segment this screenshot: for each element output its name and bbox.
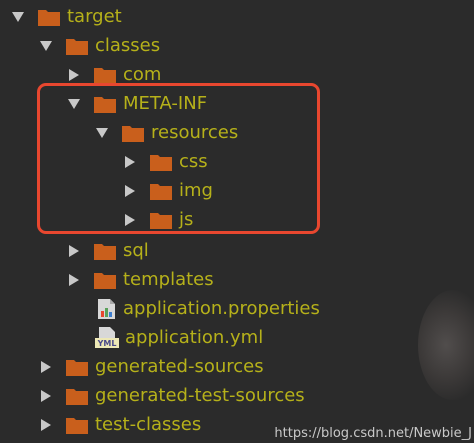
tree-item-label: application.properties [123,298,320,319]
folder-icon [66,37,88,55]
chevron-right-icon[interactable] [68,68,80,81]
folder-icon [94,242,116,260]
tree-item-label: templates [123,269,214,290]
project-tree-panel: target classes com META-INF resources cs… [0,0,474,443]
chevron-right-icon[interactable] [68,244,80,257]
yml-file-icon: YML [95,326,119,349]
tree-item-application-yml[interactable]: YML application.yml [95,323,263,352]
tree-item-label: generated-test-sources [95,385,305,406]
tree-item-label: sql [123,240,149,261]
chevron-right-icon[interactable] [40,360,52,373]
chevron-right-icon[interactable] [40,418,52,431]
tree-item-templates[interactable]: templates [68,265,214,294]
tree-item-label: generated-sources [95,356,264,377]
tree-item-generated-test-sources[interactable]: generated-test-sources [40,381,305,410]
folder-icon [66,416,88,434]
chevron-down-icon[interactable] [40,40,52,52]
folder-icon [94,66,116,84]
tree-item-label: test-classes [95,414,202,435]
watermark: https://blog.csdn.net/Newbie_J [274,426,472,441]
chevron-down-icon[interactable] [12,11,24,23]
background-shadow-decoration [418,290,474,400]
properties-file-icon [97,298,117,320]
tree-item-label: application.yml [125,327,264,348]
yml-icon-text: YML [97,339,117,348]
tree-item-generated-sources[interactable]: generated-sources [40,352,264,381]
tree-item-label: classes [95,35,161,56]
folder-icon [94,271,116,289]
folder-icon [66,387,88,405]
chevron-right-icon[interactable] [68,273,80,286]
chevron-right-icon[interactable] [40,389,52,402]
tree-item-test-classes[interactable]: test-classes [40,410,201,439]
tree-item-classes[interactable]: classes [40,31,160,60]
tree-item-label: target [67,6,122,27]
tree-item-target[interactable]: target [12,2,122,31]
highlight-box [37,83,320,234]
tree-item-sql[interactable]: sql [68,236,149,265]
folder-icon [66,358,88,376]
folder-icon [38,8,60,26]
tree-item-application-properties[interactable]: application.properties [97,294,320,323]
